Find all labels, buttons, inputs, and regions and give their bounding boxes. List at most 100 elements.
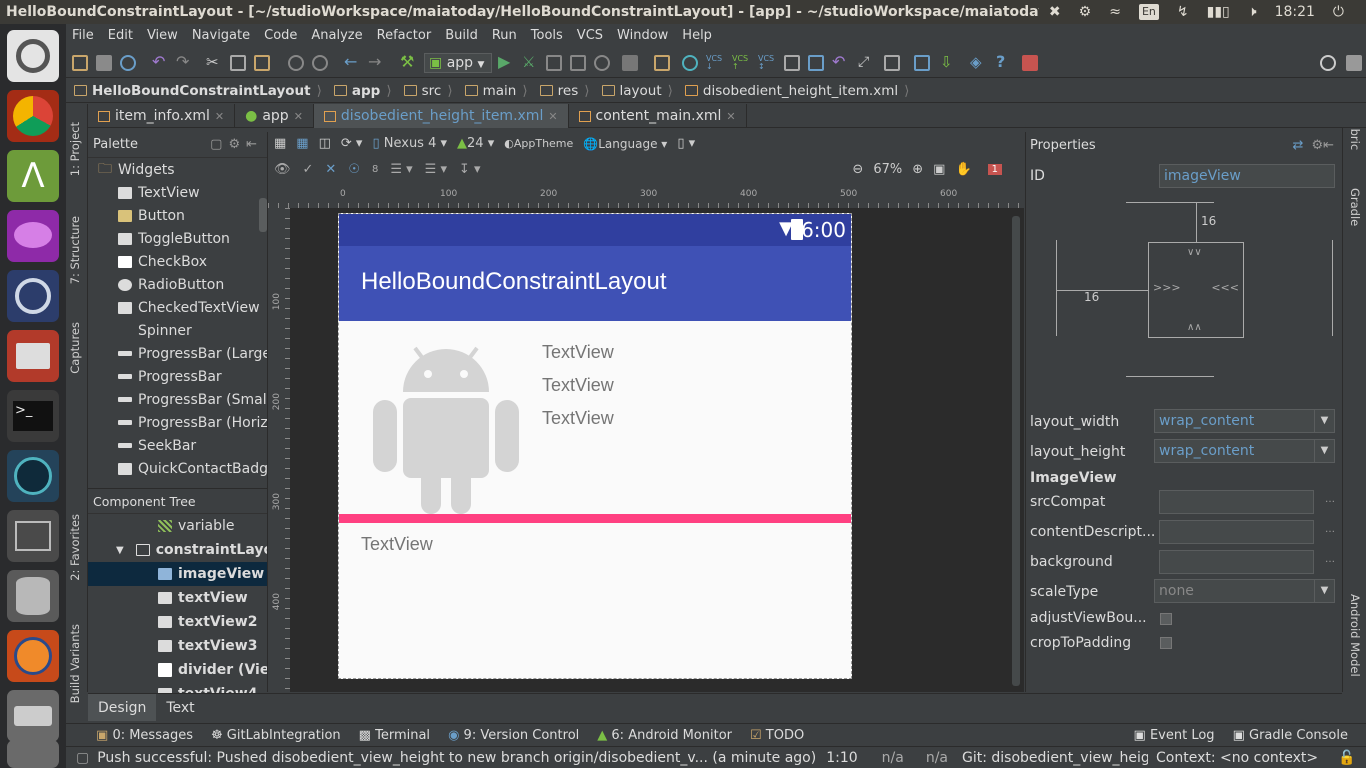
menu-vcs[interactable]: VCS: [571, 28, 611, 43]
undo-icon[interactable]: ↶: [152, 54, 168, 71]
cursor-position[interactable]: 1:10: [816, 750, 857, 766]
menu-refactor[interactable]: Refactor: [371, 28, 440, 43]
tool-tab-android-model[interactable]: Android Model: [1348, 594, 1362, 677]
file-manager-icon[interactable]: [7, 330, 59, 382]
tool-tab-captures[interactable]: Captures: [68, 322, 82, 374]
palette-item-progressbar[interactable]: ProgressBar: [88, 365, 267, 388]
tab-content-main[interactable]: content_main.xml ✕: [569, 104, 747, 128]
copy-icon[interactable]: [230, 55, 246, 71]
tool-tab-structure[interactable]: 7: Structure: [68, 216, 82, 284]
gitkraken-icon[interactable]: [7, 450, 59, 502]
pan-icon[interactable]: ✋: [955, 162, 971, 177]
palette-item-togglebutton[interactable]: ToggleButton: [88, 227, 267, 250]
android-device-monitor-icon[interactable]: [1022, 55, 1038, 71]
breadcrumb-src[interactable]: src ⟩: [396, 83, 457, 99]
chevron-left-icon[interactable]: <<<: [1211, 281, 1239, 294]
device-select[interactable]: ▯ Nexus 4 ▾: [372, 136, 447, 151]
apply-changes-icon[interactable]: [594, 55, 610, 71]
vcs-compare-icon[interactable]: VCS ↕: [758, 55, 774, 71]
menu-analyze[interactable]: Analyze: [305, 28, 370, 43]
tab-app[interactable]: ● app ✕: [235, 104, 314, 128]
tree-item-imageview[interactable]: imageView: [88, 562, 267, 586]
help-icon[interactable]: ?: [996, 54, 1012, 71]
palette-item-progressbar-small[interactable]: ProgressBar (Small: [88, 388, 267, 411]
palette-group-widgets[interactable]: 🗀 Widgets: [88, 158, 267, 181]
debug-icon[interactable]: ⚔: [522, 55, 538, 71]
left-margin-label[interactable]: 16: [1084, 290, 1099, 304]
top-margin-label[interactable]: 16: [1201, 214, 1216, 228]
preview-divider[interactable]: [339, 514, 851, 523]
blueprint-icon[interactable]: ▦: [296, 136, 308, 151]
close-icon[interactable]: ✕: [294, 110, 303, 123]
vcs-revert-icon[interactable]: [808, 55, 824, 71]
tool-window-event-log[interactable]: ▣ Event Log: [1124, 728, 1223, 743]
breadcrumb-main[interactable]: main ⟩: [457, 83, 532, 99]
palette-item-progressbar-large[interactable]: ProgressBar (Large: [88, 342, 267, 365]
device-variant-select[interactable]: ▯ ▾: [677, 136, 695, 151]
forward-icon[interactable]: →: [368, 54, 384, 71]
tool-window-terminal[interactable]: ▩ Terminal: [349, 728, 438, 743]
menu-tools[interactable]: Tools: [525, 28, 571, 43]
vcs-history-icon[interactable]: [784, 55, 800, 71]
palette-item-spinner[interactable]: Spinner: [88, 319, 267, 342]
vcs-commit-icon[interactable]: VCS ↑: [732, 55, 748, 71]
background-input[interactable]: [1159, 550, 1314, 574]
palette-item-seekbar[interactable]: SeekBar: [88, 434, 267, 457]
tree-item-textview2[interactable]: textView2: [88, 610, 267, 634]
api-select[interactable]: ▲24 ▾: [457, 136, 494, 151]
drive-icon[interactable]: [7, 690, 59, 742]
battery-icon[interactable]: ▮▮▯: [1207, 0, 1230, 24]
property-id-input[interactable]: imageView: [1159, 164, 1335, 188]
stop-icon[interactable]: [622, 55, 638, 71]
tree-item-variable[interactable]: variable: [88, 514, 267, 538]
canvas-scrollbar[interactable]: [1012, 216, 1020, 686]
menu-edit[interactable]: Edit: [102, 28, 141, 43]
design-surface-icon[interactable]: ▦: [274, 136, 286, 151]
back-icon[interactable]: ←: [344, 54, 360, 71]
chevron-right-icon[interactable]: >>>: [1153, 281, 1181, 294]
close-icon[interactable]: ✕: [215, 110, 224, 123]
layout-width-select[interactable]: wrap_content ▼: [1154, 409, 1335, 433]
ubuntu-dash-icon[interactable]: [7, 30, 59, 82]
make-project-icon[interactable]: ⚒: [400, 54, 416, 71]
theme-select[interactable]: ◐AppTheme: [504, 137, 573, 150]
src-compat-input[interactable]: [1159, 490, 1314, 514]
infer-constraints-icon[interactable]: ☉: [348, 162, 360, 177]
menu-navigate[interactable]: Navigate: [186, 28, 258, 43]
maximize-icon[interactable]: ⤢: [858, 55, 874, 71]
tool-tab-project[interactable]: 1: Project: [68, 122, 82, 176]
tool-window-gitlab[interactable]: ☸ GitLabIntegration: [201, 728, 349, 743]
database-icon[interactable]: [7, 570, 59, 622]
tool-window-messages[interactable]: ▣ 0: Messages: [66, 728, 201, 743]
align-icon[interactable]: ☰ ▾: [425, 162, 447, 177]
breadcrumb-layout[interactable]: layout ⟩: [594, 83, 677, 99]
breadcrumb-res[interactable]: res ⟩: [532, 83, 594, 99]
sync-icon[interactable]: [120, 55, 136, 71]
preview-textview-2[interactable]: TextView: [542, 375, 614, 396]
line-separator[interactable]: n/a: [858, 750, 904, 766]
tab-item-info[interactable]: item_info.xml ✕: [88, 104, 236, 128]
palette-item-progressbar-horizontal[interactable]: ProgressBar (Horiz: [88, 411, 267, 434]
redo-icon[interactable]: ↷: [176, 54, 192, 71]
notifications-icon[interactable]: [1346, 55, 1362, 71]
project-structure-icon[interactable]: [654, 55, 670, 71]
scale-type-select[interactable]: none ▼: [1154, 579, 1335, 603]
breadcrumb-project[interactable]: HelloBoundConstraintLayout ⟩: [66, 83, 326, 99]
palette-item-button[interactable]: Button: [88, 204, 267, 227]
clear-constraints-icon[interactable]: ✕: [325, 162, 336, 177]
find-icon[interactable]: [288, 55, 304, 71]
tool-tab-build-variants[interactable]: Build Variants: [68, 624, 82, 703]
preview-textview-4[interactable]: TextView: [361, 534, 433, 555]
trash-icon[interactable]: [7, 740, 59, 768]
chevron-down-icon[interactable]: ∨∨: [1187, 247, 1202, 258]
wifi-icon[interactable]: ≈: [1109, 0, 1121, 24]
more-icon[interactable]: …: [1325, 554, 1335, 565]
swap-view-icon[interactable]: ⇄: [1293, 138, 1312, 153]
crop-to-padding-checkbox[interactable]: [1160, 637, 1172, 649]
android-studio-icon[interactable]: Λ: [7, 150, 59, 202]
tab-text[interactable]: Text: [156, 694, 204, 721]
autoconnect-icon[interactable]: ✓: [303, 162, 314, 177]
power-icon[interactable]: ⏻: [1333, 0, 1344, 24]
dropbox-icon[interactable]: ✖: [1049, 0, 1061, 24]
clock[interactable]: 18:21: [1275, 0, 1315, 24]
